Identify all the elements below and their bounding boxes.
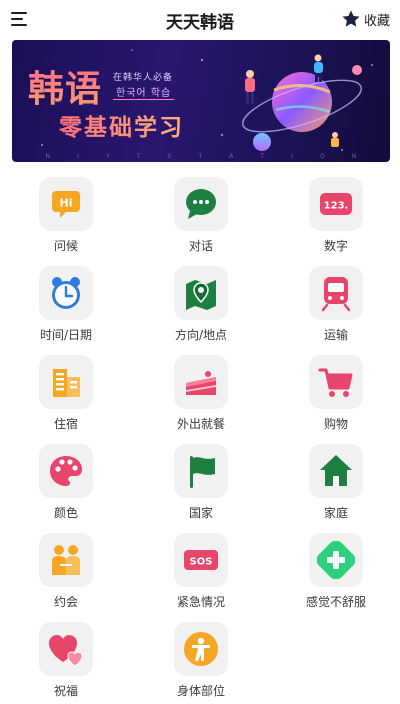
category-label: 问候 (53, 239, 78, 253)
category-icon-box (174, 622, 228, 676)
category-tile[interactable]: 购物 (281, 355, 391, 437)
category-icon-box (174, 355, 228, 409)
buildings-icon (53, 369, 80, 397)
category-label: 对话 (188, 239, 213, 253)
svg-text:123.: 123. (324, 201, 349, 212)
category-icon-box (39, 355, 93, 409)
banner-korean-text: 한국어 학습 (113, 84, 175, 100)
banner-footer-letter: T (260, 152, 265, 160)
banner-footer-letter: T (198, 152, 203, 160)
category-tile[interactable]: SOS 紧急情况 (146, 533, 256, 615)
cake-icon (186, 371, 216, 395)
app-header: 天天韩语 收藏 (0, 0, 400, 40)
category-tile[interactable]: 运输 (281, 266, 391, 348)
category-label: 外出就餐 (176, 417, 225, 431)
category-label: 颜色 (53, 506, 78, 520)
palette-icon (50, 456, 82, 486)
banner-subheadline: 零基础学习 (59, 108, 184, 142)
couple-icon (52, 545, 80, 575)
chat-bubble-icon (186, 189, 216, 219)
category-icon-box (174, 266, 228, 320)
category-label: 购物 (323, 417, 348, 431)
banner-headline: 韩语 (28, 60, 102, 112)
hi-bubble-icon: Hi (52, 191, 80, 218)
category-label: 家庭 (323, 506, 348, 520)
banner-footer-letter: N (45, 152, 51, 160)
banner-tagline: 在韩华人必备 (113, 73, 174, 83)
category-icon-box (39, 622, 93, 676)
home-icon (320, 455, 352, 486)
hearts-icon (49, 635, 83, 667)
svg-text:SOS: SOS (190, 557, 213, 568)
category-label: 运输 (323, 328, 348, 342)
banner-footer-letter: O (320, 152, 325, 160)
person-icon (184, 632, 218, 666)
category-tile[interactable]: 方向/地点 (146, 266, 256, 348)
category-tile[interactable]: 祝福 (11, 622, 121, 704)
numbers-icon: 123. (320, 193, 352, 215)
category-label: 紧急情况 (176, 595, 225, 609)
svg-text:Hi: Hi (60, 197, 73, 210)
sos-icon: SOS (184, 550, 218, 570)
category-icon-box (174, 444, 228, 498)
category-label: 约会 (53, 595, 78, 609)
category-label: 数字 (323, 239, 348, 253)
banner-footer-letter: A (229, 152, 234, 160)
banner-footer-letter: T (136, 152, 141, 160)
category-label: 住宿 (53, 417, 78, 431)
train-icon (321, 277, 351, 312)
category-tile[interactable]: 颜色 (11, 444, 121, 526)
category-tile[interactable]: 家庭 (281, 444, 391, 526)
banner-footer-letter: I (77, 152, 79, 160)
category-tile[interactable]: 感觉不舒服 (281, 533, 391, 615)
category-icon-box (309, 355, 363, 409)
category-icon-box: 123. (309, 177, 363, 231)
favorites-button[interactable]: 收藏 (341, 9, 390, 29)
category-tile[interactable]: 时间/日期 (11, 266, 121, 348)
banner-footer-letter: N (351, 152, 357, 160)
category-label: 身体部位 (176, 684, 225, 698)
star-icon (342, 10, 360, 27)
category-icon-box (309, 533, 363, 587)
favorites-label: 收藏 (363, 13, 390, 29)
alarm-clock-icon (52, 277, 80, 309)
category-tile[interactable]: Hi 问候 (11, 177, 121, 259)
category-tile[interactable]: 约会 (11, 533, 121, 615)
category-tile[interactable]: 对话 (146, 177, 256, 259)
banner-footer-letter: S (167, 152, 172, 160)
category-tile[interactable]: 外出就餐 (146, 355, 256, 437)
category-label: 国家 (188, 506, 213, 520)
category-icon-box (39, 266, 93, 320)
banner-footer-strip: NIYTSTATION (12, 150, 390, 162)
category-label: 方向/地点 (174, 328, 228, 342)
category-icon-box: Hi (39, 177, 93, 231)
flag-icon (190, 456, 215, 488)
category-label: 祝福 (53, 684, 78, 698)
map-pin-icon (186, 280, 216, 310)
medical-cross-icon (317, 541, 355, 579)
category-icon-box (39, 533, 93, 587)
promo-banner[interactable]: 韩语 在韩华人必备 한국어 학습 零基础学习 N I Y T S T A T I O N (12, 40, 390, 162)
category-icon-box (309, 444, 363, 498)
category-icon-box (174, 177, 228, 231)
category-tile[interactable]: 国家 (146, 444, 256, 526)
category-tile[interactable]: 身体部位 (146, 622, 256, 704)
category-tile[interactable]: 123. 数字 (281, 177, 391, 259)
category-label: 感觉不舒服 (305, 595, 366, 609)
category-icon-box (39, 444, 93, 498)
category-icon-box (309, 266, 363, 320)
category-tile[interactable]: 住宿 (11, 355, 121, 437)
banner-footer-letter: Y (106, 152, 110, 160)
banner-footer-letter: I (291, 152, 293, 160)
shopping-cart-icon (318, 368, 353, 397)
category-icon-box: SOS (174, 533, 228, 587)
category-label: 时间/日期 (39, 328, 93, 342)
